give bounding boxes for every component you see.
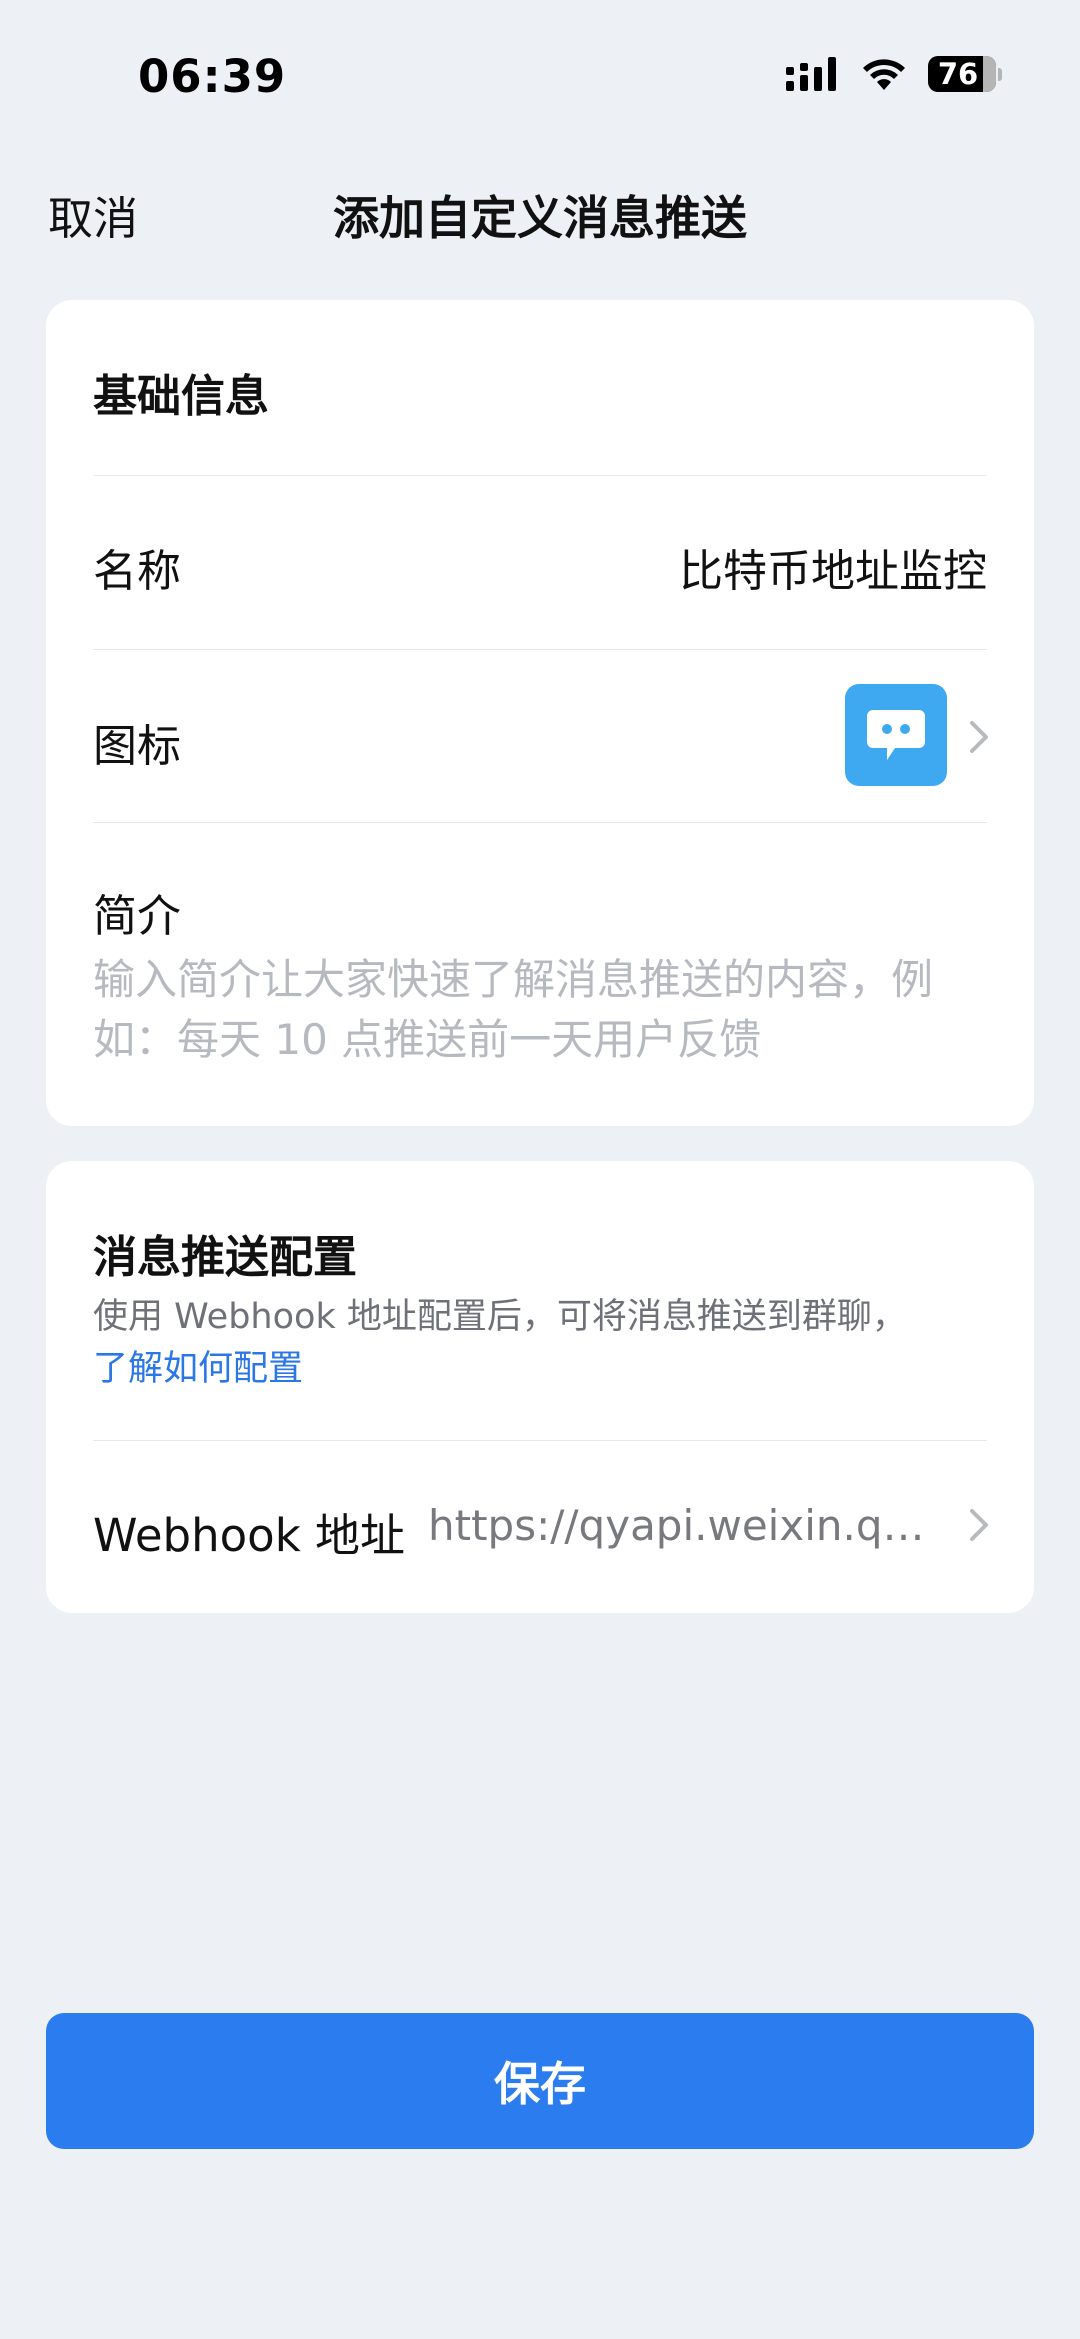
push-config-description: 使用 Webhook 地址配置后，可将消息推送到群聊， 了解如何配置 — [93, 1291, 987, 1395]
divider — [93, 1440, 987, 1441]
battery-level: 76 — [937, 57, 979, 91]
intro-input[interactable]: 输入简介让大家快速了解消息推送的内容，例如：每天 10 点推送前一天用户反馈 — [93, 950, 974, 1070]
intro-label: 简介 — [93, 891, 181, 942]
basic-info-card: 基础信息 名称 比特币地址监控 图标 简介 输入简介让大家快速了解消息推送的内容… — [46, 300, 1034, 1126]
status-time: 06:39 — [138, 50, 287, 103]
push-config-card: 消息推送配置 使用 Webhook 地址配置后，可将消息推送到群聊， 了解如何配… — [46, 1161, 1034, 1613]
divider — [93, 822, 987, 823]
icon-label: 图标 — [93, 721, 181, 772]
push-config-description-text: 使用 Webhook 地址配置后，可将消息推送到群聊， — [93, 1297, 907, 1337]
chevron-right-icon — [970, 1509, 988, 1541]
push-config-title: 消息推送配置 — [93, 1232, 357, 1283]
name-value[interactable]: 比特币地址监控 — [679, 535, 987, 599]
divider — [93, 475, 987, 476]
save-button[interactable]: 保存 — [46, 2013, 1034, 2149]
nav-bar: 添加自定义消息推送 取消 — [0, 160, 1080, 290]
webhook-url-value[interactable]: https://qyapi.weixin.qq.com/cgi-bin/webh… — [428, 1501, 936, 1550]
battery-icon: 76 — [928, 56, 996, 92]
chat-bubble-icon[interactable] — [845, 684, 947, 786]
cellular-signal-icon — [786, 57, 836, 91]
status-icons: 76 — [786, 56, 1002, 92]
battery-cap — [998, 67, 1002, 81]
how-to-configure-link[interactable]: 了解如何配置 — [93, 1349, 303, 1389]
wifi-icon — [863, 59, 905, 90]
chevron-right-icon — [970, 721, 988, 753]
name-label: 名称 — [93, 546, 181, 597]
divider — [93, 649, 987, 650]
status-bar: 06:39 76 — [0, 0, 1080, 160]
webhook-label: Webhook 地址 — [93, 1509, 406, 1562]
basic-info-title: 基础信息 — [93, 371, 269, 422]
cancel-button[interactable]: 取消 — [48, 182, 138, 247]
page-title: 添加自定义消息推送 — [333, 191, 747, 245]
